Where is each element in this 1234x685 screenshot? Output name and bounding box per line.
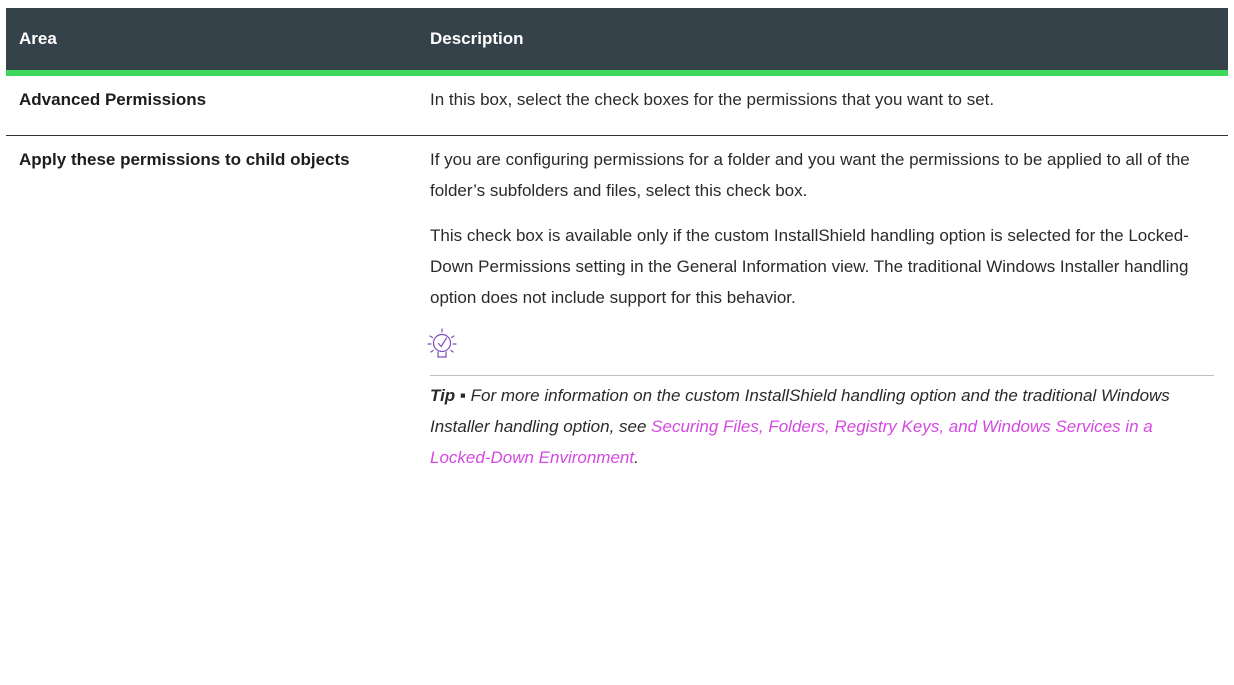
tip-text: Tip ▪ For more information on the custom… bbox=[430, 380, 1214, 473]
description-cell: If you are configuring permissions for a… bbox=[387, 136, 1228, 473]
tip-label: Tip ▪ bbox=[430, 386, 466, 405]
tip-divider bbox=[430, 375, 1214, 376]
permissions-table: Area Description Advanced Permissions In… bbox=[6, 8, 1228, 473]
description-text: In this box, select the check boxes for … bbox=[430, 90, 995, 109]
description-paragraph: If you are configuring permissions for a… bbox=[430, 150, 1190, 200]
column-header-area: Area bbox=[19, 29, 57, 48]
area-cell: Advanced Permissions bbox=[19, 90, 207, 109]
description-paragraph: This check box is available only if the … bbox=[430, 226, 1189, 307]
tip-end: . bbox=[634, 448, 639, 467]
tip-note: Tip ▪ For more information on the custom… bbox=[427, 327, 1214, 473]
lightbulb-check-icon bbox=[427, 328, 457, 358]
column-header-description: Description bbox=[430, 29, 524, 48]
table-row: Apply these permissions to child objects… bbox=[6, 136, 1228, 473]
table-row: Advanced Permissions In this box, select… bbox=[6, 76, 1228, 136]
area-cell: Apply these permissions to child objects bbox=[19, 150, 350, 169]
description-cell: In this box, select the check boxes for … bbox=[387, 76, 1228, 135]
table-header: Area Description bbox=[6, 8, 1228, 76]
